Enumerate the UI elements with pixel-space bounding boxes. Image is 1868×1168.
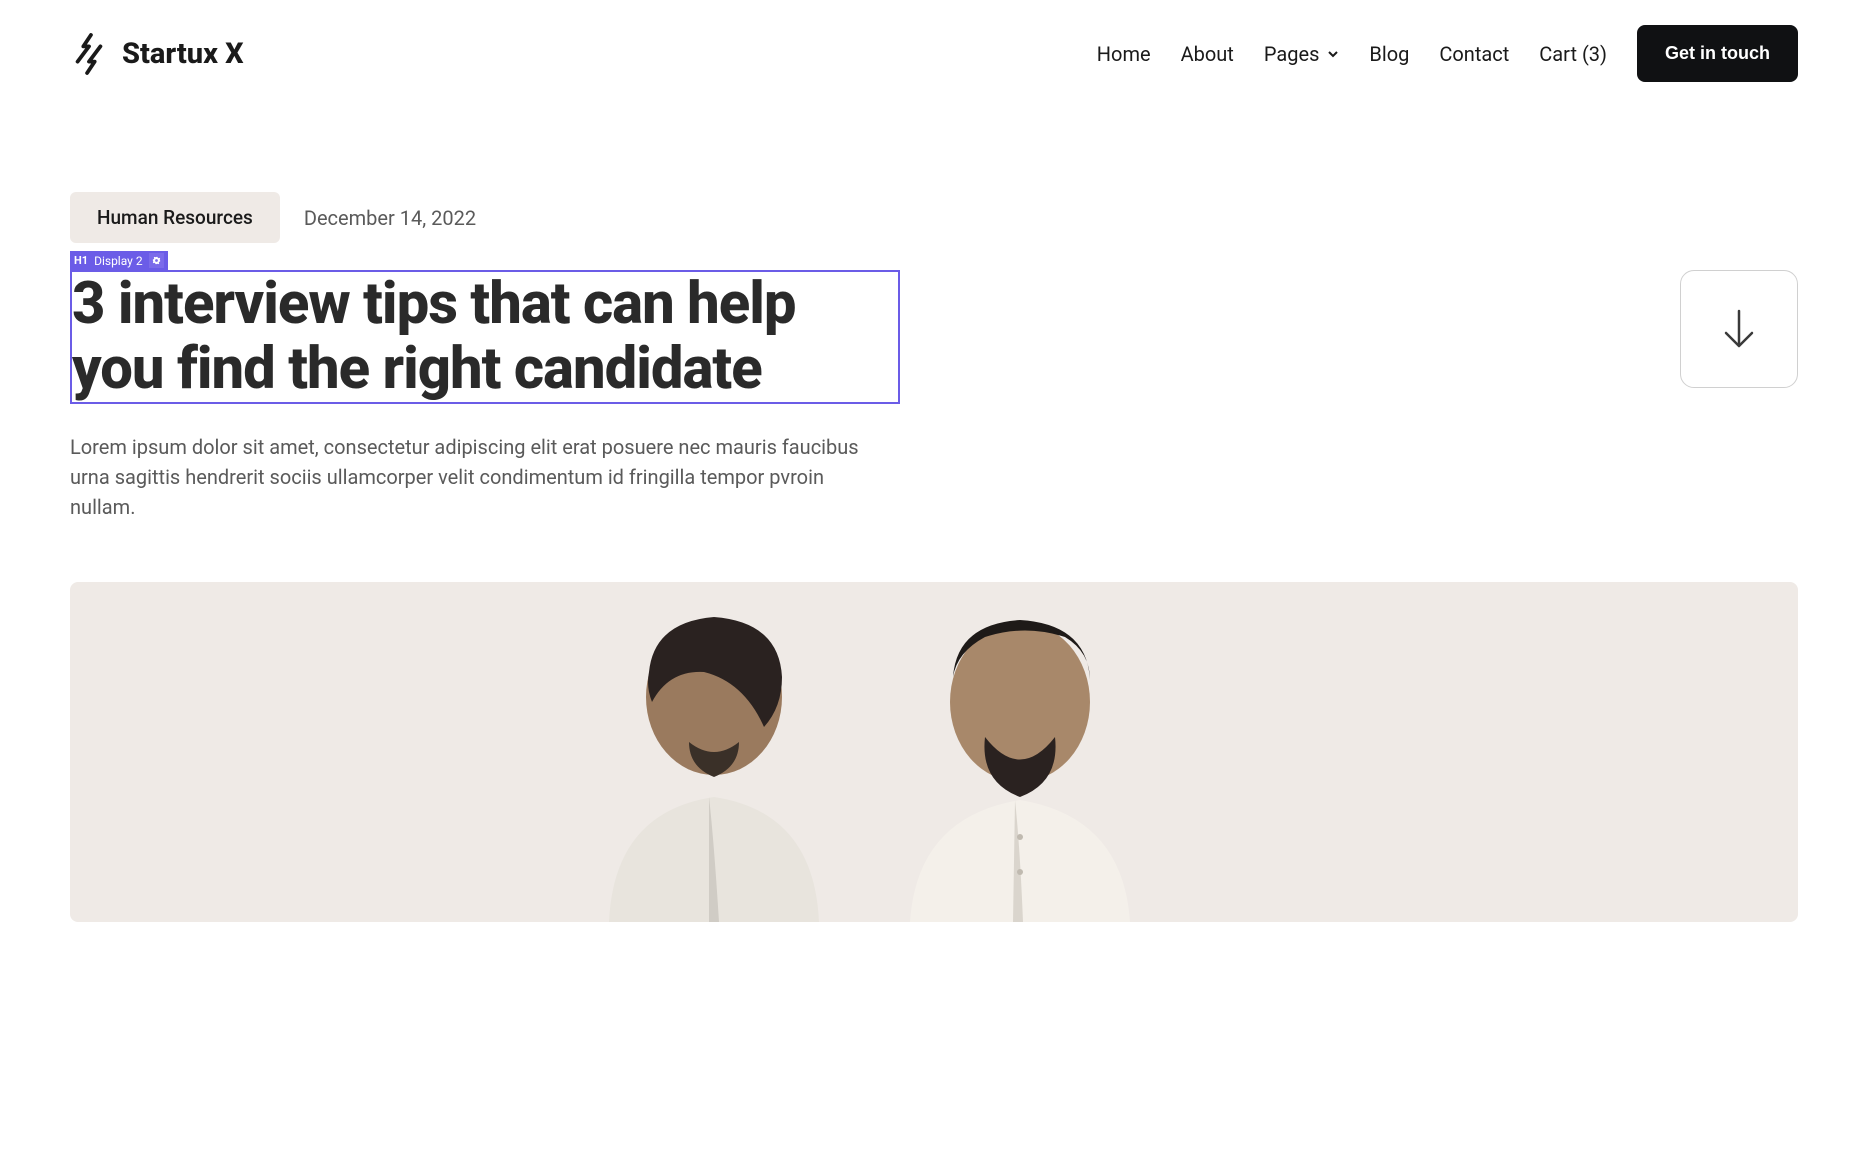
post-excerpt: Lorem ipsum dolor sit amet, consectetur … <box>70 432 890 522</box>
person-illustration-2 <box>865 582 1185 922</box>
chevron-down-icon <box>1327 48 1339 60</box>
nav-pages-label: Pages <box>1264 42 1320 66</box>
nav-pages[interactable]: Pages <box>1264 42 1340 66</box>
logo-text: Startux X <box>122 37 244 71</box>
nav-blog[interactable]: Blog <box>1369 42 1409 66</box>
post-title: 3 interview tips that can help you find … <box>72 272 898 402</box>
gear-icon[interactable] <box>149 253 164 268</box>
nav-cart[interactable]: Cart (3) <box>1539 42 1607 66</box>
element-tag: H1 <box>74 254 88 267</box>
scroll-down-button[interactable] <box>1680 270 1798 388</box>
main-content: Human Resources December 14, 2022 H1 Dis… <box>0 107 1868 922</box>
headline-selected[interactable]: 3 interview tips that can help you find … <box>70 270 900 404</box>
post-meta: Human Resources December 14, 2022 <box>70 192 1798 243</box>
hero-row: 3 interview tips that can help you find … <box>70 270 1798 522</box>
arrow-down-icon <box>1722 309 1756 349</box>
hero-text: 3 interview tips that can help you find … <box>70 270 900 522</box>
editor-element-label[interactable]: H1 Display 2 <box>70 251 168 270</box>
nav-about[interactable]: About <box>1181 42 1234 66</box>
hero-image <box>70 582 1798 922</box>
category-badge[interactable]: Human Resources <box>70 192 280 243</box>
nav-contact[interactable]: Contact <box>1439 42 1509 66</box>
site-header: Startux X Home About Pages Blog Contact … <box>0 0 1868 107</box>
nav-home[interactable]: Home <box>1097 42 1151 66</box>
person-illustration-1 <box>554 582 874 922</box>
get-in-touch-button[interactable]: Get in touch <box>1637 25 1798 82</box>
nav-right: Home About Pages Blog Contact Cart (3) G… <box>1097 25 1798 82</box>
logo-icon <box>70 33 108 75</box>
logo[interactable]: Startux X <box>70 33 244 75</box>
element-class: Display 2 <box>94 254 142 268</box>
post-date: December 14, 2022 <box>304 206 476 230</box>
nav-links: Home About Pages Blog Contact Cart (3) <box>1097 42 1607 66</box>
